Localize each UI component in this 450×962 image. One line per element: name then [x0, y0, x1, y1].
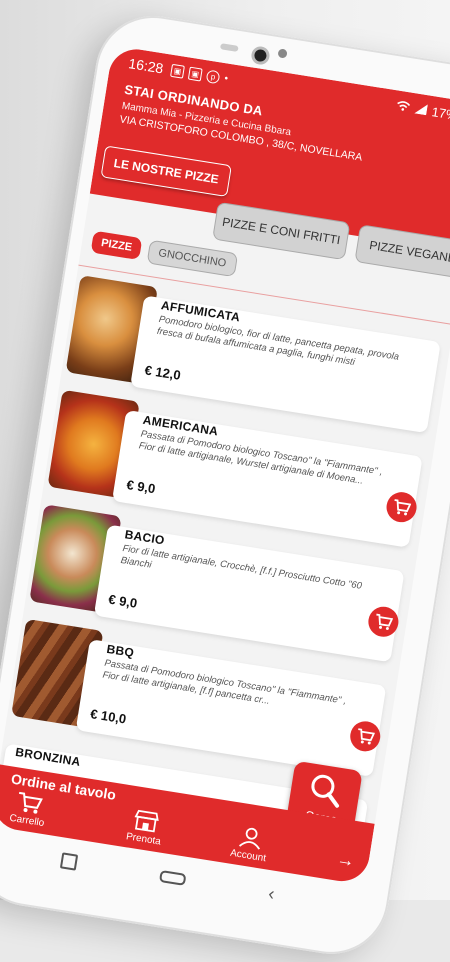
battery-percent: 17%: [430, 103, 450, 123]
phone-speaker: [219, 43, 239, 52]
phone-camera: [250, 45, 271, 66]
signal-icon: [414, 101, 428, 118]
status-time: 16:28: [127, 55, 165, 77]
phone-sensor: [277, 48, 288, 59]
app-notification-icon: ▣: [187, 66, 203, 82]
wifi-icon: [395, 98, 411, 115]
cart-icon: [394, 499, 412, 516]
image-notification-icon: ▣: [170, 63, 186, 79]
cart-icon: [376, 613, 394, 630]
cart-icon: [358, 728, 376, 745]
arrow-right-icon[interactable]: →: [335, 848, 356, 872]
chip-gnocchino[interactable]: GNOCCHINO: [146, 239, 238, 278]
dot-icon: •: [223, 72, 229, 85]
back-icon[interactable]: ‹: [267, 883, 276, 905]
home-icon[interactable]: [158, 869, 187, 886]
cart-icon: [18, 791, 43, 814]
nav-prenota[interactable]: Prenota: [113, 806, 178, 850]
search-icon: [311, 774, 340, 808]
chip-pizze[interactable]: PIZZE: [90, 230, 143, 261]
account-icon: [238, 827, 261, 850]
nav-account[interactable]: Account: [218, 822, 283, 866]
nav-carrello[interactable]: Carrello: [0, 787, 61, 831]
store-icon: [134, 809, 159, 833]
pinterest-notification-icon: p: [205, 68, 221, 84]
recents-icon[interactable]: [59, 852, 79, 871]
tab-le-nostre-pizze[interactable]: LE NOSTRE PIZZE: [100, 145, 232, 198]
